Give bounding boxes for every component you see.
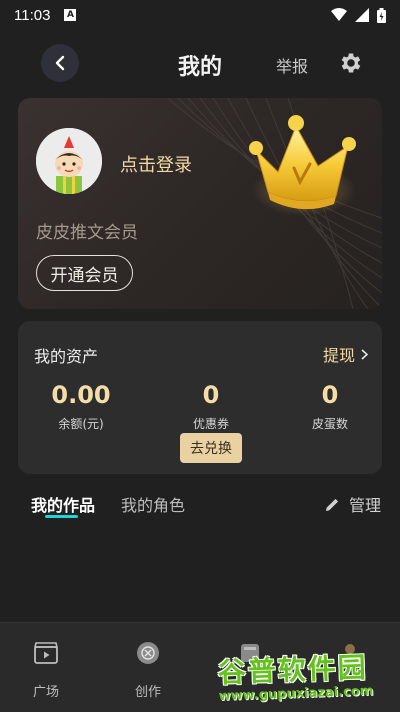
nav-item-create[interactable]: 创作	[118, 639, 178, 700]
avatar[interactable]	[36, 128, 102, 194]
create-icon	[137, 642, 159, 664]
settings-button[interactable]	[338, 50, 364, 76]
balance-label: 余额(元)	[58, 417, 104, 431]
assets-card: 我的资产 提现 0.00 余额(元) 0 优惠券 0 皮蛋数 去兑换	[18, 321, 382, 474]
balance-value: 0.00	[51, 381, 111, 409]
balance-item[interactable]: 0.00 余额(元)	[21, 381, 141, 432]
withdraw-link[interactable]: 提现	[323, 342, 368, 366]
tab-my-works[interactable]: 我的作品	[31, 492, 95, 516]
report-link[interactable]: 举报	[276, 53, 308, 77]
status-bar: 11:03 A	[0, 0, 400, 30]
header: 我的 举报	[0, 40, 400, 86]
signal-icon	[355, 8, 369, 22]
notification-badge: A	[64, 9, 77, 21]
nav-label-square: 广场	[32, 685, 59, 700]
redeem-button[interactable]: 去兑换	[180, 433, 242, 463]
manage-button[interactable]: 管理	[325, 492, 381, 516]
wifi-icon	[331, 8, 347, 21]
tab-my-roles[interactable]: 我的角色	[121, 492, 185, 516]
status-time: 11:03	[14, 6, 51, 24]
clapperboard-icon	[34, 642, 58, 664]
assets-title: 我的资产	[34, 347, 99, 366]
content-tabs: 我的作品 我的角色 管理	[0, 488, 400, 528]
login-link[interactable]: 点击登录	[120, 151, 192, 177]
pidan-value: 0	[321, 381, 339, 409]
battery-icon	[377, 7, 386, 23]
member-card[interactable]: 点击登录 皮皮推文会员 开通会员	[18, 98, 382, 309]
coupon-value: 0	[202, 381, 220, 409]
nav-label-create: 创作	[134, 685, 161, 700]
cartoon-avatar-icon	[36, 128, 102, 194]
chevron-right-icon	[361, 348, 368, 360]
coupon-label: 优惠券	[192, 417, 229, 431]
manage-label: 管理	[349, 496, 382, 515]
pidan-label: 皮蛋数	[311, 417, 348, 431]
watermark: 谷普软件园 www.gupuxiazai.com	[217, 645, 397, 711]
nav-item-square[interactable]: 广场	[16, 639, 76, 700]
crown-icon	[249, 115, 356, 216]
open-member-button[interactable]: 开通会员	[36, 255, 133, 291]
pidan-item[interactable]: 0 皮蛋数	[270, 381, 390, 432]
tab-active-indicator	[45, 515, 78, 518]
pencil-icon	[326, 498, 339, 511]
member-label: 皮皮推文会员	[36, 223, 138, 243]
gear-icon	[341, 53, 361, 73]
withdraw-label: 提现	[322, 346, 355, 365]
coupon-item[interactable]: 0 优惠券	[151, 381, 271, 432]
